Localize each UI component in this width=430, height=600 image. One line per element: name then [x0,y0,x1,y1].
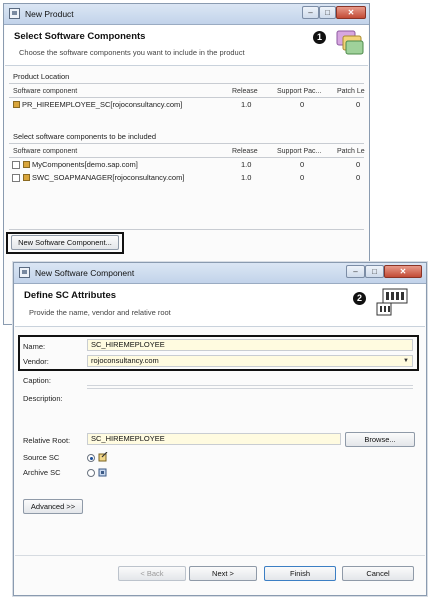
sc-window-title: New Software Component [35,268,135,278]
vendor-label: Vendor: [23,357,49,366]
table-header-divider [9,157,364,158]
maximize-icon[interactable]: □ [365,265,384,278]
support-package-value: 0 [300,173,305,182]
col-support-package: Support Pac... [277,148,322,155]
software-component-name: PR_HIREEMPLOYEE_SC[rojoconsultancy.com] [22,100,183,109]
app-window-icon [19,267,30,278]
sc-header: Define SC Attributes Provide the name, v… [15,284,425,327]
relative-root-input[interactable]: SC_HIREMEPLOYEE [87,433,341,445]
minimize-icon[interactable]: – [346,265,365,278]
archive-sc-label: Archive SC [23,468,61,477]
col-release: Release [232,88,258,95]
table-row[interactable]: SWC_SOAPMANAGER[rojoconsultancy.com] 1.0… [9,172,364,184]
source-sc-icon [98,451,108,462]
table-row[interactable]: PR_HIREEMPLOYEE_SC[rojoconsultancy.com] … [9,99,364,111]
col-software-component: Software component [13,148,78,155]
source-sc-radio[interactable] [87,454,95,462]
close-icon[interactable]: ✕ [384,265,422,278]
software-component-name: SWC_SOAPMANAGER[rojoconsultancy.com] [32,173,185,182]
product-window-title: New Product [25,9,74,19]
caption-label: Caption: [23,376,51,385]
sc-header-subtitle: Provide the name, vendor and relative ro… [29,308,171,317]
vendor-select[interactable]: rojoconsultancy.com [87,355,413,367]
product-header: Select Software Components Choose the so… [5,25,368,66]
product-titlebar: New Product – □ ✕ [4,4,369,25]
col-patch-level: Patch Le [337,88,365,95]
patch-level-value: 0 [356,173,361,182]
new-software-component-window: New Software Component – □ ✕ Define SC A… [13,262,427,596]
product-header-title: Select Software Components [14,31,146,42]
footer-divider [15,555,425,556]
next-button[interactable]: Next > [189,566,257,581]
browse-button[interactable]: Browse... [345,432,415,447]
archive-sc-icon [98,467,108,477]
minimize-icon[interactable]: – [302,6,319,19]
source-sc-label: Source SC [23,453,60,462]
product-location-label: Product Location [13,72,70,81]
description-input[interactable] [87,388,413,389]
sc-header-title: Define SC Attributes [24,290,117,301]
table-header-divider [9,97,364,98]
step-badge-2: 2 [353,292,366,305]
package-icon [23,174,30,181]
advanced-button[interactable]: Advanced >> [23,499,83,514]
caption-input[interactable] [87,385,413,386]
software-component-icon [375,287,411,319]
button-area-divider [9,229,364,230]
new-software-component-button[interactable]: New Software Component... [11,235,119,250]
back-button[interactable]: < Back [118,566,186,581]
patch-level-value: 0 [356,160,361,169]
include-checkbox[interactable] [12,161,20,169]
divider [9,143,364,144]
col-support-package: Support Pac... [277,88,322,95]
relative-root-label: Relative Root: [23,436,71,445]
support-package-value: 0 [300,160,305,169]
name-label: Name: [23,342,46,351]
chevron-down-icon[interactable]: ▼ [403,358,409,364]
name-input[interactable]: SC_HIREMEPLOYEE [87,339,413,351]
col-software-component: Software component [13,88,78,95]
close-icon[interactable]: ✕ [336,6,366,19]
sc-titlebar: New Software Component – □ ✕ [14,263,426,284]
patch-level-value: 0 [356,100,361,109]
package-icon [13,101,20,108]
software-components-icon [335,29,365,57]
maximize-icon[interactable]: □ [319,6,336,19]
included-components-label: Select software components to be include… [13,132,157,141]
release-value: 1.0 [241,173,252,182]
support-package-value: 0 [300,100,305,109]
step-badge-1: 1 [313,31,326,44]
product-header-subtitle: Choose the software components you want … [19,48,245,57]
package-icon [23,161,30,168]
col-release: Release [232,148,258,155]
archive-sc-radio[interactable] [87,469,95,477]
software-component-name: MyComponents[demo.sap.com] [32,160,138,169]
cancel-button[interactable]: Cancel [342,566,414,581]
include-checkbox[interactable] [12,174,20,182]
release-value: 1.0 [241,160,252,169]
release-value: 1.0 [241,100,252,109]
table-row[interactable]: MyComponents[demo.sap.com] 1.0 0 0 [9,159,364,171]
divider [9,83,364,84]
app-window-icon [9,8,20,19]
description-label: Description: [23,394,63,403]
col-patch-level: Patch Le [337,148,365,155]
finish-button[interactable]: Finish [264,566,336,581]
